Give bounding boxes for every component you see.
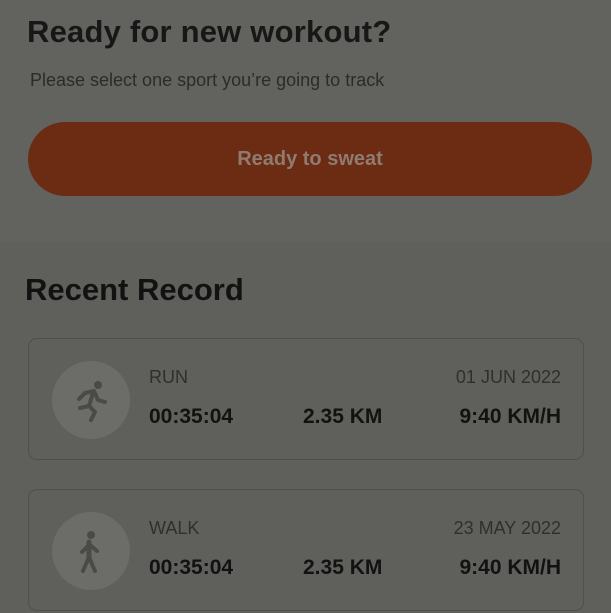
ready-to-sweat-button[interactable]: Ready to sweat (28, 122, 592, 196)
page-title: Ready for new workout? (27, 14, 392, 49)
record-sport: RUN (149, 367, 188, 387)
record-date: 01 JUN 2022 (455, 367, 561, 387)
activity-avatar (52, 361, 130, 439)
record-card-run[interactable]: RUN 01 JUN 2022 00:35:04 2.35 KM 9:40 KM… (28, 338, 584, 460)
record-sport: WALK (149, 518, 200, 538)
new-workout-section: Ready for new workout? Please select one… (0, 0, 611, 242)
running-person-icon (77, 381, 107, 422)
record-date: 23 MAY 2022 (453, 518, 561, 538)
record-speed: 9:40 KM/H (459, 556, 561, 579)
recent-record-title: Recent Record (25, 272, 244, 307)
record-duration: 00:35:04 (149, 556, 234, 579)
page-subtitle: Please select one sport you’re going to … (30, 70, 385, 90)
record-speed: 9:40 KM/H (459, 405, 561, 428)
record-distance: 2.35 KM (303, 405, 383, 428)
record-duration: 00:35:04 (149, 405, 234, 428)
activity-avatar (52, 512, 130, 590)
record-distance: 2.35 KM (303, 556, 383, 579)
record-card-walk[interactable]: WALK 23 MAY 2022 00:35:04 2.35 KM 9:40 K… (28, 489, 584, 611)
walking-person-icon (80, 531, 99, 573)
